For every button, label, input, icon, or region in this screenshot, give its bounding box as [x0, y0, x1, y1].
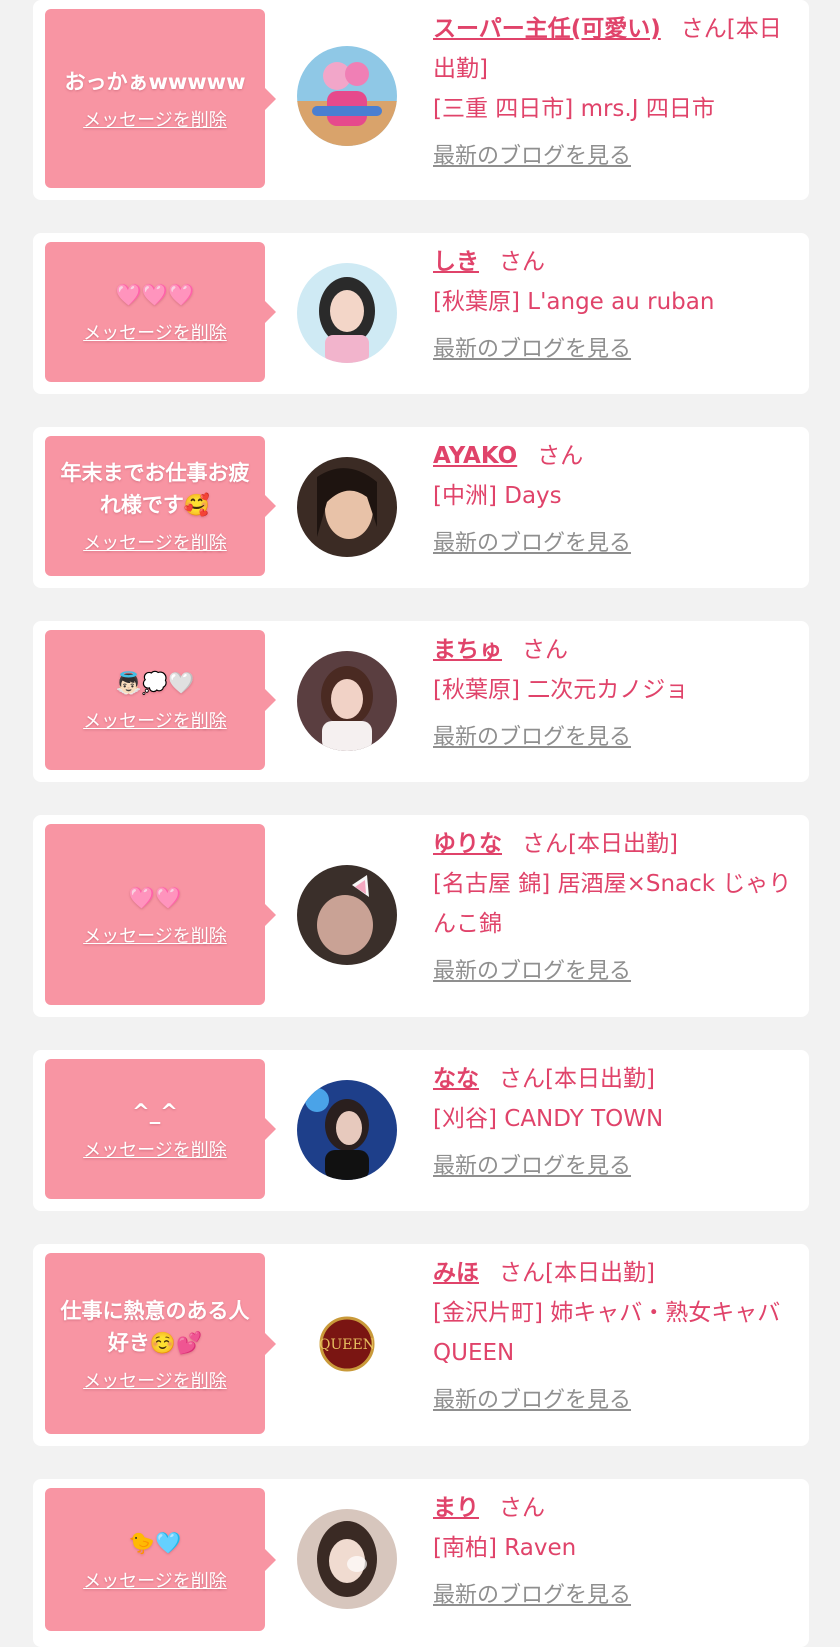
delete-message-link[interactable]: メッセージを削除	[83, 707, 227, 733]
shop-label: [中洲] Days	[433, 483, 562, 509]
profile-info: ゆりな さん[本日出勤] [名古屋 錦] 居酒屋×Snack じゃりんこ錦 最新の…	[433, 824, 793, 992]
latest-blog-link[interactable]: 最新のブログを見る	[433, 718, 793, 758]
svg-text:QUEEN: QUEEN	[319, 1337, 375, 1353]
message-bubble: 🐤🩵 メッセージを削除	[45, 1488, 276, 1631]
shop-label: [南柏] Raven	[433, 1535, 577, 1561]
shop-label: [金沢片町] 姉キャバ・熟女キャバ QUEEN	[433, 1300, 781, 1366]
delete-message-link[interactable]: メッセージを削除	[83, 106, 227, 132]
latest-blog-link[interactable]: 最新のブログを見る	[433, 1147, 793, 1187]
message-bubble: おっかぁwwwww メッセージを削除	[45, 9, 276, 188]
avatar-image	[297, 1509, 397, 1609]
queen-logo-icon: QUEEN	[319, 1316, 375, 1372]
latest-blog-link[interactable]: 最新のブログを見る	[433, 330, 793, 370]
profile-info: まり さん [南柏] Raven 最新のブログを見る	[433, 1488, 793, 1616]
latest-blog-link[interactable]: 最新のブログを見る	[433, 952, 793, 992]
girl-name-link[interactable]: なな	[433, 1066, 479, 1092]
honorific: さん[本日出勤]	[522, 831, 678, 857]
honorific: さん	[499, 249, 545, 275]
shop-label: [刈谷] CANDY TOWN	[433, 1106, 664, 1132]
message-card: 年末までお仕事お疲れ様です🥰 メッセージを削除 AYAKO さん [中洲] Day…	[33, 427, 809, 588]
profile-info: しき さん [秋葉原] L'ange au ruban 最新のブログを見る	[433, 242, 793, 370]
girl-name-link[interactable]: AYAKO	[433, 443, 517, 469]
shop-label: [名古屋 錦] 居酒屋×Snack じゃりんこ錦	[433, 871, 792, 937]
message-text: 仕事に熱意のある人好き☺️💕	[60, 1298, 250, 1355]
shop-label: [秋葉原] L'ange au ruban	[433, 289, 715, 315]
shop-label: [三重 四日市] mrs.J 四日市	[433, 96, 715, 122]
avatar-image	[297, 865, 397, 965]
message-bubble: 🩷🩷🩷 メッセージを削除	[45, 242, 276, 382]
honorific: さん	[537, 443, 584, 469]
profile-info: なな さん[本日出勤] [刈谷] CANDY TOWN 最新のブログを見る	[433, 1059, 793, 1187]
avatar[interactable]	[297, 651, 397, 751]
avatar-image	[297, 46, 397, 146]
message-text: 年末までお仕事お疲れ様です🥰	[60, 461, 250, 517]
delete-message-link[interactable]: メッセージを削除	[83, 1367, 227, 1393]
delete-message-link[interactable]: メッセージを削除	[83, 1136, 227, 1162]
girl-name-link[interactable]: しき	[433, 249, 479, 275]
profile-info: スーパー主任(可愛い) さん[本日出勤] [三重 四日市] mrs.J 四日市 最…	[433, 9, 793, 177]
avatar-image	[297, 651, 397, 751]
profile-info: みほ さん[本日出勤] [金沢片町] 姉キャバ・熟女キャバ QUEEN 最新のブロ…	[433, 1253, 793, 1421]
avatar[interactable]	[297, 865, 397, 965]
avatar[interactable]	[297, 46, 397, 146]
latest-blog-link[interactable]: 最新のブログを見る	[433, 137, 793, 177]
girl-name-link[interactable]: まり	[433, 1495, 479, 1521]
latest-blog-link[interactable]: 最新のブログを見る	[433, 1381, 793, 1421]
message-card: 仕事に熱意のある人好き☺️💕 メッセージを削除 QUEEN みほ さん[本日出勤]…	[33, 1244, 809, 1446]
avatar[interactable]	[297, 263, 397, 363]
avatar[interactable]	[297, 1509, 397, 1609]
message-text: 👼🏻💭🤍	[115, 671, 195, 695]
girl-name-link[interactable]: スーパー主任(可愛い)	[433, 16, 661, 42]
girl-name-link[interactable]: ゆりな	[433, 831, 502, 857]
latest-blog-link[interactable]: 最新のブログを見る	[433, 524, 793, 564]
message-card: 🩷🩷 メッセージを削除 ゆりな さん[本日出勤] [名古屋 錦] 居酒屋×Snac…	[33, 815, 809, 1017]
message-card: 🩷🩷🩷 メッセージを削除 しき さん [秋葉原] L'ange au ruban …	[33, 233, 809, 394]
message-text: おっかぁwwwww	[64, 69, 246, 94]
latest-blog-link[interactable]: 最新のブログを見る	[433, 1576, 793, 1616]
avatar[interactable]	[297, 1080, 397, 1180]
message-card: おっかぁwwwww メッセージを削除 スーパー主任(可愛い) さん[本日出勤] […	[33, 0, 809, 200]
message-text: 🐤🩵	[128, 1530, 182, 1555]
message-bubble: 🩷🩷 メッセージを削除	[45, 824, 276, 1005]
profile-info: まちゅ さん [秋葉原] 二次元カノジョ 最新のブログを見る	[433, 630, 793, 758]
message-bubble: 仕事に熱意のある人好き☺️💕 メッセージを削除	[45, 1253, 276, 1434]
message-card: ^_^ メッセージを削除 なな さん[本日出勤] [刈谷] CANDY TOWN …	[33, 1050, 809, 1211]
profile-info: AYAKO さん [中洲] Days 最新のブログを見る	[433, 436, 793, 564]
message-card: 🐤🩵 メッセージを削除 まり さん [南柏] Raven 最新のブログを見る	[33, 1479, 809, 1647]
delete-message-link[interactable]: メッセージを削除	[83, 319, 227, 345]
message-text: 🩷🩷	[128, 885, 182, 910]
honorific: さん	[522, 637, 568, 663]
message-text: ^_^	[132, 1100, 178, 1124]
honorific: さん	[499, 1495, 545, 1521]
avatar[interactable]	[297, 457, 397, 557]
delete-message-link[interactable]: メッセージを削除	[83, 1567, 227, 1593]
message-text: 🩷🩷🩷	[115, 283, 195, 307]
avatar[interactable]: QUEEN	[297, 1294, 397, 1394]
message-bubble: 👼🏻💭🤍 メッセージを削除	[45, 630, 276, 770]
girl-name-link[interactable]: みほ	[433, 1260, 479, 1286]
delete-message-link[interactable]: メッセージを削除	[83, 922, 227, 948]
avatar-image	[297, 263, 397, 363]
girl-name-link[interactable]: まちゅ	[433, 637, 502, 663]
honorific: さん[本日出勤]	[499, 1260, 655, 1286]
message-bubble: ^_^ メッセージを削除	[45, 1059, 276, 1199]
avatar-image	[297, 457, 397, 557]
message-card: 👼🏻💭🤍 メッセージを削除 まちゅ さん [秋葉原] 二次元カノジョ 最新のブログ…	[33, 621, 809, 782]
delete-message-link[interactable]: メッセージを削除	[83, 529, 227, 555]
shop-label: [秋葉原] 二次元カノジョ	[433, 677, 689, 703]
honorific: さん[本日出勤]	[499, 1066, 655, 1092]
message-bubble: 年末までお仕事お疲れ様です🥰 メッセージを削除	[45, 436, 276, 576]
avatar-image	[297, 1080, 397, 1180]
